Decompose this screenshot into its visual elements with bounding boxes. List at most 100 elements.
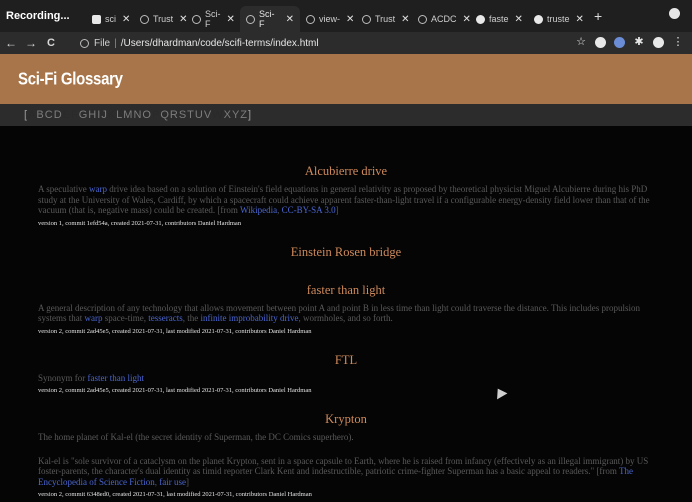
- alphabet-letter-y[interactable]: Y: [232, 109, 240, 121]
- term-metadata: version 2, commit 2ad45e5, created 2021-…: [38, 327, 312, 335]
- definition-text: Synonym for: [38, 372, 88, 383]
- term-definition: Synonym for faster than light: [38, 373, 654, 384]
- recording-indicator: Recording...: [6, 10, 70, 22]
- close-icon[interactable]: ✕: [227, 14, 235, 25]
- globe-icon: [418, 14, 427, 24]
- close-icon[interactable]: ✕: [346, 14, 354, 25]
- link-fair-use[interactable]: fair use: [159, 477, 186, 487]
- tab-0[interactable]: sci ✕: [86, 6, 134, 32]
- alphabet-letter-l[interactable]: L: [116, 109, 123, 121]
- globe-icon: [306, 14, 315, 24]
- alphabet-close-bracket: ]: [248, 109, 253, 121]
- alphabet-letter-a[interactable]: A: [28, 109, 36, 121]
- back-button[interactable]: ←: [2, 36, 20, 50]
- definition-text: space-time,: [102, 313, 149, 323]
- link-infinite-improbability-drive[interactable]: infinite improbability drive: [200, 313, 298, 323]
- tab-label: view-: [319, 14, 341, 24]
- term-definition: A speculative warp drive idea based on a…: [38, 184, 654, 216]
- link-tesseracts[interactable]: tesseracts: [148, 313, 182, 323]
- tab-search-icon[interactable]: [669, 8, 680, 19]
- info-icon[interactable]: [80, 38, 89, 48]
- link-wikipedia[interactable]: Wikipedia: [240, 205, 277, 215]
- tab-1[interactable]: Trust ✕: [134, 6, 188, 32]
- page-title: Sci-Fi Glossary: [18, 69, 123, 89]
- alphabet-letter-b[interactable]: B: [36, 109, 44, 121]
- link-license[interactable]: CC-BY-SA 3.0: [282, 205, 336, 215]
- close-icon[interactable]: ✕: [401, 14, 409, 25]
- close-icon[interactable]: ✕: [515, 14, 523, 25]
- glossary-list: Alcubierre drive A speculative warp driv…: [0, 126, 692, 498]
- definition-text: , the: [182, 313, 201, 323]
- link-warp[interactable]: warp: [89, 184, 107, 194]
- tab-label: Trust: [375, 14, 396, 24]
- glossary-entry: Krypton The home planet of Kal-el (the s…: [38, 412, 654, 498]
- alphabet-letter-g[interactable]: G: [79, 109, 89, 121]
- reload-button[interactable]: C: [42, 37, 60, 49]
- new-tab-button[interactable]: +: [594, 8, 602, 24]
- definition-text: ]: [335, 205, 339, 215]
- term-heading: Krypton: [325, 412, 367, 426]
- alphabet-letter-m[interactable]: M: [123, 109, 133, 121]
- tab-4[interactable]: view- ✕: [300, 6, 356, 32]
- term-heading: Alcubierre drive: [304, 164, 388, 178]
- close-icon[interactable]: ✕: [576, 14, 584, 25]
- link-faster-than-light[interactable]: faster than light: [88, 373, 144, 383]
- alphabet-letter-q[interactable]: Q: [160, 109, 170, 121]
- extensions-puzzle-icon[interactable]: ✱: [633, 36, 645, 48]
- tab-label: Sci-F: [205, 9, 221, 29]
- term-heading: Einstein Rosen bridge: [290, 244, 402, 259]
- globe-icon: [246, 14, 255, 24]
- term-heading: FTL: [334, 352, 358, 367]
- tab-3-active[interactable]: Sci-F ✕: [240, 6, 300, 32]
- alphabet-letter-t[interactable]: T: [187, 109, 195, 121]
- tab-5[interactable]: Trust ✕: [356, 6, 412, 32]
- alphabet-letter-w[interactable]: W: [212, 109, 223, 121]
- alphabet-letter-h[interactable]: H: [88, 109, 97, 121]
- alphabet-letter-e[interactable]: E: [63, 109, 71, 121]
- menu-kebab-icon[interactable]: ⋮: [672, 36, 684, 48]
- alphabet-letter-z[interactable]: Z: [240, 109, 248, 121]
- tab-8[interactable]: truste ✕: [528, 6, 586, 32]
- alphabet-letter-v[interactable]: V: [204, 109, 212, 121]
- alphabet-letter-u[interactable]: U: [195, 109, 204, 121]
- extension-icon[interactable]: [595, 36, 606, 48]
- definition-text: ]: [185, 476, 189, 487]
- github-icon: [534, 14, 543, 24]
- github-icon: [476, 14, 485, 24]
- bookmark-star-icon[interactable]: ☆: [575, 36, 587, 48]
- alphabet-letter-k[interactable]: K: [108, 109, 116, 121]
- extension-blue-icon[interactable]: [614, 36, 625, 48]
- link-warp[interactable]: warp: [85, 313, 103, 323]
- tab-6[interactable]: ACDC ✕: [412, 6, 471, 32]
- globe-icon: [362, 14, 371, 24]
- glossary-entry: faster than light A general description …: [38, 283, 654, 335]
- close-icon[interactable]: ✕: [122, 14, 130, 25]
- term-definition-quote: Kal-el is "sole survivor of a cataclysm …: [38, 456, 654, 488]
- tab-label: ACDC: [431, 14, 457, 24]
- term-heading: faster than light: [306, 282, 386, 297]
- tab-7[interactable]: faste ✕: [470, 6, 528, 32]
- close-icon[interactable]: ✕: [286, 14, 294, 25]
- alphabet-letter-x[interactable]: X: [224, 109, 232, 121]
- alphabet-letter-o[interactable]: O: [142, 109, 152, 121]
- toolbar-actions: ☆ ✱ ⋮: [575, 36, 684, 48]
- alphabet-letter-s[interactable]: S: [179, 109, 187, 121]
- alphabet-letter-p[interactable]: P: [152, 109, 160, 121]
- term-metadata: version 1, commit 1efd54a, created 2021-…: [38, 219, 242, 227]
- address-bar[interactable]: File | /Users/dhardman/code/scifi-terms/…: [80, 34, 550, 52]
- alphabet-letter-c[interactable]: C: [45, 109, 54, 121]
- globe-icon: [192, 14, 201, 24]
- definition-text: drive idea based on a solution of Einste…: [38, 184, 650, 215]
- url-text[interactable]: /Users/dhardman/code/scifi-terms/index.h…: [121, 38, 319, 49]
- alphabet-letter-n[interactable]: N: [133, 109, 142, 121]
- forward-button[interactable]: →: [22, 36, 40, 50]
- tab-2[interactable]: Sci-F ✕: [186, 6, 240, 32]
- alphabet-letter-d[interactable]: D: [54, 109, 63, 121]
- alphabet-letter-r[interactable]: R: [170, 109, 179, 121]
- tab-label: truste: [547, 14, 570, 24]
- alphabet-letter-f[interactable]: F: [71, 109, 79, 121]
- tab-label: Trust: [153, 14, 174, 24]
- file-label: File: [94, 37, 111, 49]
- profile-avatar-icon[interactable]: [653, 36, 664, 48]
- address-separator: |: [114, 37, 117, 49]
